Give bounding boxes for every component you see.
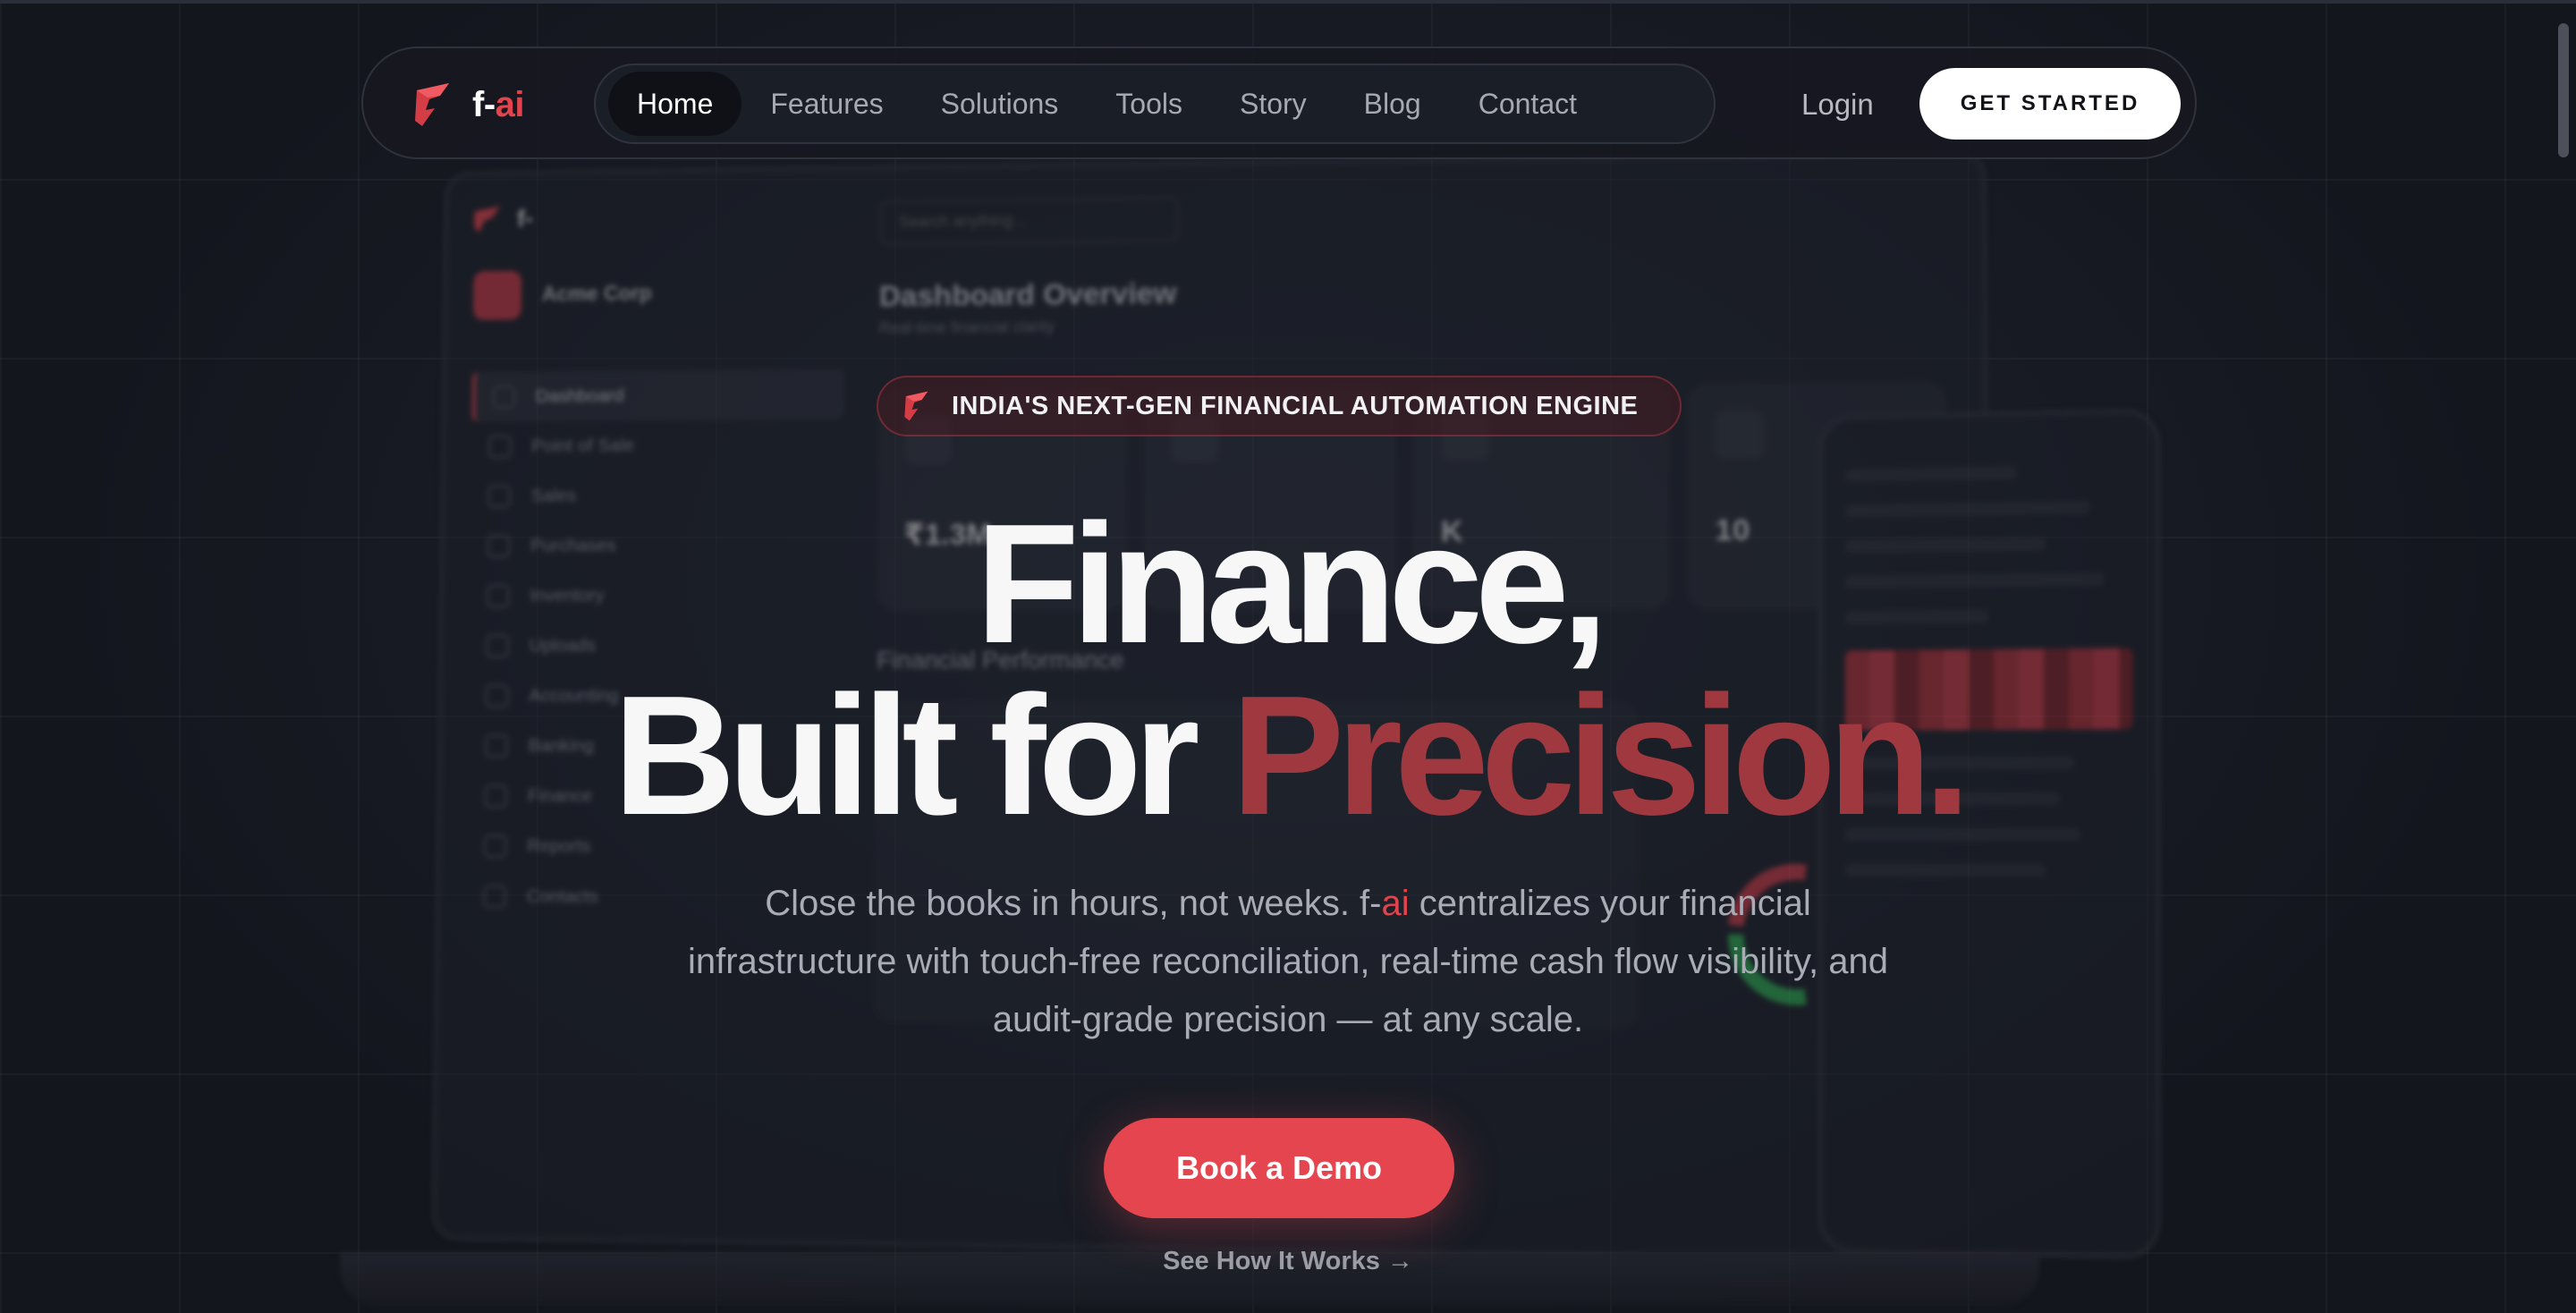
hero-description-part1: Close the books in hours, not weeks. f- [765,884,1382,923]
brand-logo-icon [415,83,449,126]
nav-item-story[interactable]: Story [1211,72,1335,136]
main-menu: Home Features Solutions Tools Story Blog Conta… [594,64,1716,144]
page: f- Acme Corp Dashboard Point of Sale Sales… [0,0,2576,1313]
mockup-sidebar-icon [492,385,515,409]
mockup-title: Dashboard Overview [878,276,1177,314]
mockup-org-avatar [472,270,522,320]
scrollbar-thumb[interactable] [2558,23,2569,157]
brand-logo[interactable]: f-ai [413,79,525,131]
hero-headline-line2: Built for Precision. [0,671,2576,841]
hero-description-brand: ai [1381,884,1410,923]
brand-name: f-ai [472,84,525,125]
nav-item-tools[interactable]: Tools [1087,72,1211,136]
nav-item-solutions[interactable]: Solutions [912,72,1088,136]
mockup-logo: f- [474,189,845,246]
login-link[interactable]: Login [1801,48,1874,161]
hero-badge-text: INDIA'S NEXT-GEN FINANCIAL AUTOMATION EN… [952,391,1639,420]
mockup-sidebar-icon [488,435,512,458]
hero-headline-line1: Finance, [975,489,1609,679]
mockup-sidebar-label: Contacts [526,885,599,907]
top-navbar: f-ai Home Features Solutions Tools Story Blog… [361,47,2197,159]
brand-name-prefix: f- [472,84,496,124]
hero-badge: INDIA'S NEXT-GEN FINANCIAL AUTOMATION EN… [877,376,1682,436]
mockup-org: Acme Corp [472,267,844,320]
nav-item-home[interactable]: Home [608,72,742,136]
mockup-search: Search anything... [879,197,1179,245]
nav-item-blog[interactable]: Blog [1335,72,1450,136]
mockup-sidebar-label: Dashboard [535,385,624,406]
mockup-sidebar-item: Point of Sale [471,419,843,471]
scrollbar[interactable] [2549,0,2576,1313]
mockup-sidebar-item: Dashboard [471,368,844,422]
badge-logo-icon [904,391,928,421]
mockup-card-icon [1714,410,1765,460]
mockup-sidebar-icon [483,885,506,908]
mockup-sidebar-label: Point of Sale [531,435,635,456]
mockup-subtitle: Real-time financial clarity [878,318,1055,337]
hero-headline-plain: Built for [613,661,1199,851]
get-started-button[interactable]: GET STARTED [1919,68,2181,140]
book-demo-button[interactable]: Book a Demo [1104,1118,1454,1218]
see-how-it-works-link[interactable]: See How It Works → [0,1247,2576,1276]
brand-name-suffix: ai [495,84,525,124]
mockup-org-name: Acme Corp [541,281,653,307]
nav-item-features[interactable]: Features [741,72,911,136]
hero-description: Close the books in hours, not weeks. f-a… [662,875,1914,1049]
hero-headline-accent: Precision. [1231,661,1970,851]
phone-row [1844,466,2017,482]
mockup-logo-text: f- [516,204,534,233]
mockup-logo-icon [474,206,500,232]
nav-item-contact[interactable]: Contact [1450,72,1606,136]
